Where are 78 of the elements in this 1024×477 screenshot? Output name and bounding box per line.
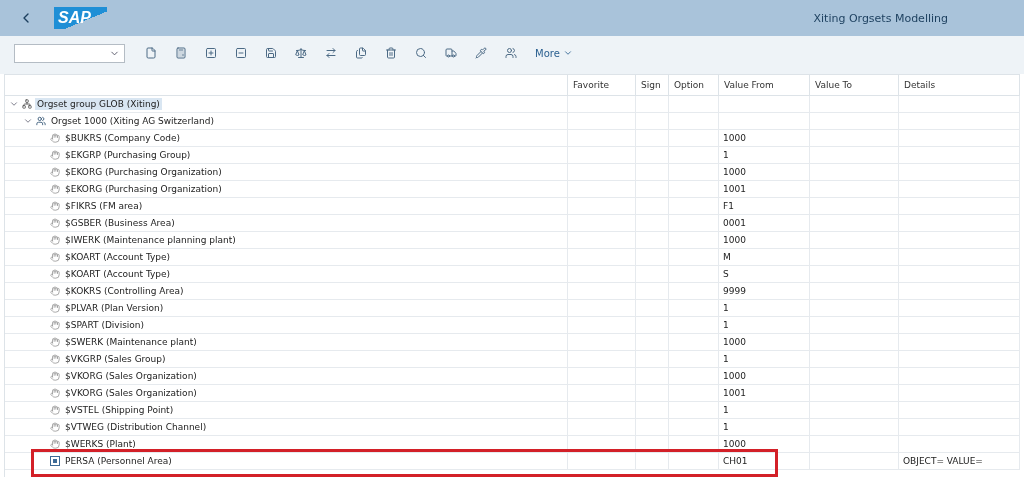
chevron-down-icon (562, 48, 573, 58)
table-cell: 1 (723, 303, 729, 313)
tree-node[interactable]: $FIKRS (FM area) (63, 200, 145, 212)
tree-node[interactable]: $SPART (Division) (63, 319, 147, 331)
hand-icon (50, 320, 60, 330)
table-cell: F1 (723, 201, 734, 211)
hand-icon (50, 184, 60, 194)
tree-node[interactable]: $KOKRS (Controlling Area) (63, 285, 186, 297)
hand-icon (50, 439, 60, 449)
tree-node[interactable]: $KOART (Account Type) (63, 251, 173, 263)
collapse-icon[interactable] (23, 116, 33, 126)
tree-node[interactable]: $SWERK (Maintenance plant) (63, 336, 199, 348)
tree-node[interactable]: $BUKRS (Company Code) (63, 132, 182, 144)
tree-node[interactable]: $IWERK (Maintenance planning plant) (63, 234, 238, 246)
table-cell: 0001 (723, 218, 746, 228)
table-cell: 9999 (723, 286, 746, 296)
table-cell: 1000 (723, 337, 746, 347)
more-button[interactable]: More (533, 45, 575, 61)
table-cell: CH01 (723, 456, 748, 466)
hand-icon (50, 286, 60, 296)
tree-node[interactable]: $KOART (Account Type) (63, 268, 173, 280)
tree-node[interactable]: PERSA (Personnel Area) (63, 455, 174, 467)
hand-icon (50, 252, 60, 262)
table-cell: 1001 (723, 184, 746, 194)
table-cell: 1000 (723, 133, 746, 143)
table-cell: 1 (723, 150, 729, 160)
table-cell: 1000 (723, 371, 746, 381)
hand-icon (50, 337, 60, 347)
hand-icon (50, 133, 60, 143)
column-header: Value To (810, 75, 899, 95)
table-cell: 1 (723, 422, 729, 432)
app-title: Xiting Orgsets Modelling (813, 11, 948, 25)
tree-node[interactable]: $EKORG (Purchasing Organization) (63, 183, 224, 195)
table-cell: 1000 (723, 167, 746, 177)
dropdown-field[interactable] (14, 43, 125, 63)
hand-icon (50, 303, 60, 313)
hand-icon (50, 405, 60, 415)
tree-node[interactable]: Orgset 1000 (Xiting AG Switzerland) (49, 115, 217, 127)
tree-node[interactable]: $VKORG (Sales Organization) (63, 387, 199, 399)
table-cell: S (723, 269, 729, 279)
column-header: Option (669, 75, 719, 95)
table-cell: 1000 (723, 235, 746, 245)
hand-icon (50, 354, 60, 364)
column-header: Sign (636, 75, 669, 95)
column-header: Favorite (568, 75, 636, 95)
hand-icon (50, 218, 60, 228)
tree-node[interactable]: $VTWEG (Distribution Channel) (63, 421, 209, 433)
column-header: Details (899, 75, 1020, 95)
square-dot-icon (50, 456, 60, 466)
tree-node[interactable]: $VSTEL (Shipping Point) (63, 404, 176, 416)
table-cell: M (723, 252, 731, 262)
hand-icon (50, 167, 60, 177)
hand-icon (50, 388, 60, 398)
tree-node[interactable]: $WERKS (Plant) (63, 438, 138, 450)
table-cell: 1000 (723, 439, 746, 449)
hand-icon (50, 422, 60, 432)
collapse-icon[interactable] (9, 99, 19, 109)
hand-icon (50, 235, 60, 245)
logo: SAP (54, 7, 107, 29)
hand-icon (50, 150, 60, 160)
table-cell: 1 (723, 320, 729, 330)
table-cell: 1 (723, 405, 729, 415)
table-cell: 1001 (723, 388, 746, 398)
table-cell: OBJECT= VALUE= (903, 456, 983, 466)
users-icon (36, 116, 46, 126)
tree-node[interactable]: $GSBER (Business Area) (63, 217, 177, 229)
hierarchy-icon (22, 99, 32, 109)
hand-icon (50, 201, 60, 211)
tree-node[interactable]: $VKORG (Sales Organization) (63, 370, 199, 382)
column-header: Value From (719, 75, 810, 95)
tree-node[interactable]: $EKGRP (Purchasing Group) (63, 149, 193, 161)
hand-icon (50, 269, 60, 279)
tree-node[interactable]: $VKGRP (Sales Group) (63, 353, 168, 365)
hand-icon (50, 371, 60, 381)
tree-node[interactable]: Orgset group GLOB (Xiting) (35, 98, 162, 110)
table-cell: 1 (723, 354, 729, 364)
tree-node[interactable]: $EKORG (Purchasing Organization) (63, 166, 224, 178)
tree-node[interactable]: $PLVAR (Plan Version) (63, 302, 166, 314)
